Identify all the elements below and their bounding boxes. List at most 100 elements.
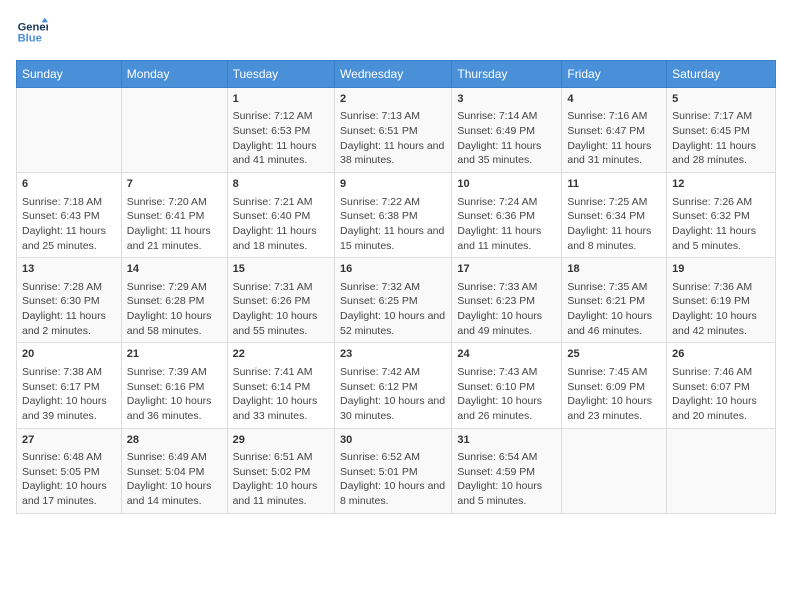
calendar-week-row: 13Sunrise: 7:28 AMSunset: 6:30 PMDayligh… [17, 258, 776, 343]
calendar-cell: 24Sunrise: 7:43 AMSunset: 6:10 PMDayligh… [452, 343, 562, 428]
calendar-cell [121, 88, 227, 173]
cell-info: Sunrise: 7:16 AMSunset: 6:47 PMDaylight:… [567, 109, 661, 168]
calendar-cell: 17 Sunrise: 7:33 AMSunset: 6:23 PMDayligh… [452, 258, 562, 343]
cell-info: Sunrise: 6:51 AMSunset: 5:02 PMDaylight:… [233, 450, 329, 509]
day-number: 22 [233, 347, 329, 362]
day-header-thursday: Thursday [452, 61, 562, 88]
day-number: 27 [22, 433, 116, 448]
calendar-week-row: 27 Sunrise: 6:48 AMSunset: 5:05 PMDayligh… [17, 428, 776, 513]
cell-info: Sunrise: 7:21 AMSunset: 6:40 PMDaylight:… [233, 195, 329, 254]
day-number: 12 [672, 177, 770, 192]
day-number: 21 [127, 347, 222, 362]
day-number: 4 [567, 92, 661, 107]
page-header: General Blue [16, 16, 776, 48]
cell-info: Sunrise: 7:22 AMSunset: 6:38 PMDaylight:… [340, 195, 446, 254]
calendar-cell: 25 Sunrise: 7:45 AMSunset: 6:09 PMDayligh… [562, 343, 667, 428]
calendar-cell [562, 428, 667, 513]
cell-info: Sunrise: 7:45 AMSunset: 6:09 PMDaylight:… [567, 365, 661, 424]
calendar-cell: 20 Sunrise: 7:38 AMSunset: 6:17 PMDayligh… [17, 343, 122, 428]
day-number: 31 [457, 433, 556, 448]
day-number: 3 [457, 92, 556, 107]
calendar-table: SundayMondayTuesdayWednesdayThursdayFrid… [16, 60, 776, 514]
calendar-cell: 6 Sunrise: 7:18 AMSunset: 6:43 PMDaylight… [17, 173, 122, 258]
day-number: 9 [340, 177, 446, 192]
cell-info: Sunrise: 7:29 AMSunset: 6:28 PMDaylight:… [127, 280, 222, 339]
day-number: 19 [672, 262, 770, 277]
svg-text:General: General [18, 21, 48, 33]
cell-info: Sunrise: 7:14 AMSunset: 6:49 PMDaylight:… [457, 109, 556, 168]
calendar-cell: 31 Sunrise: 6:54 AMSunset: 4:59 PMDayligh… [452, 428, 562, 513]
calendar-header-row: SundayMondayTuesdayWednesdayThursdayFrid… [17, 61, 776, 88]
day-number: 25 [567, 347, 661, 362]
cell-info: Sunrise: 6:48 AMSunset: 5:05 PMDaylight:… [22, 450, 116, 509]
cell-info: Sunrise: 7:32 AMSunset: 6:25 PMDaylight:… [340, 280, 446, 339]
day-number: 18 [567, 262, 661, 277]
calendar-cell: 18Sunrise: 7:35 AMSunset: 6:21 PMDayligh… [562, 258, 667, 343]
cell-info: Sunrise: 7:12 AMSunset: 6:53 PMDaylight:… [233, 109, 329, 168]
calendar-week-row: 1Sunrise: 7:12 AMSunset: 6:53 PMDaylight… [17, 88, 776, 173]
cell-info: Sunrise: 7:41 AMSunset: 6:14 PMDaylight:… [233, 365, 329, 424]
calendar-cell: 21 Sunrise: 7:39 AMSunset: 6:16 PMDayligh… [121, 343, 227, 428]
day-number: 2 [340, 92, 446, 107]
calendar-cell: 10 Sunrise: 7:24 AMSunset: 6:36 PMDayligh… [452, 173, 562, 258]
day-number: 5 [672, 92, 770, 107]
calendar-cell: 16 Sunrise: 7:32 AMSunset: 6:25 PMDayligh… [335, 258, 452, 343]
day-number: 6 [22, 177, 116, 192]
day-header-friday: Friday [562, 61, 667, 88]
cell-info: Sunrise: 6:49 AMSunset: 5:04 PMDaylight:… [127, 450, 222, 509]
day-number: 23 [340, 347, 446, 362]
calendar-week-row: 20 Sunrise: 7:38 AMSunset: 6:17 PMDayligh… [17, 343, 776, 428]
day-header-monday: Monday [121, 61, 227, 88]
calendar-cell: 26 Sunrise: 7:46 AMSunset: 6:07 PMDayligh… [667, 343, 776, 428]
calendar-cell [667, 428, 776, 513]
day-number: 17 [457, 262, 556, 277]
day-number: 15 [233, 262, 329, 277]
day-number: 29 [233, 433, 329, 448]
day-number: 7 [127, 177, 222, 192]
cell-info: Sunrise: 7:46 AMSunset: 6:07 PMDaylight:… [672, 365, 770, 424]
cell-info: Sunrise: 7:25 AMSunset: 6:34 PMDaylight:… [567, 195, 661, 254]
cell-info: Sunrise: 7:24 AMSunset: 6:36 PMDaylight:… [457, 195, 556, 254]
day-number: 30 [340, 433, 446, 448]
day-number: 16 [340, 262, 446, 277]
day-number: 10 [457, 177, 556, 192]
calendar-cell: 14 Sunrise: 7:29 AMSunset: 6:28 PMDayligh… [121, 258, 227, 343]
logo-icon: General Blue [16, 16, 48, 48]
day-number: 11 [567, 177, 661, 192]
cell-info: Sunrise: 7:18 AMSunset: 6:43 PMDaylight:… [22, 195, 116, 254]
calendar-cell: 12Sunrise: 7:26 AMSunset: 6:32 PMDayligh… [667, 173, 776, 258]
calendar-cell: 2 Sunrise: 7:13 AMSunset: 6:51 PMDaylight… [335, 88, 452, 173]
cell-info: Sunrise: 7:39 AMSunset: 6:16 PMDaylight:… [127, 365, 222, 424]
day-number: 14 [127, 262, 222, 277]
svg-text:Blue: Blue [18, 33, 42, 45]
calendar-week-row: 6 Sunrise: 7:18 AMSunset: 6:43 PMDaylight… [17, 173, 776, 258]
calendar-cell: 13Sunrise: 7:28 AMSunset: 6:30 PMDayligh… [17, 258, 122, 343]
cell-info: Sunrise: 7:28 AMSunset: 6:30 PMDaylight:… [22, 280, 116, 339]
calendar-cell: 11 Sunrise: 7:25 AMSunset: 6:34 PMDayligh… [562, 173, 667, 258]
calendar-cell: 9 Sunrise: 7:22 AMSunset: 6:38 PMDaylight… [335, 173, 452, 258]
day-number: 26 [672, 347, 770, 362]
calendar-cell: 7 Sunrise: 7:20 AMSunset: 6:41 PMDaylight… [121, 173, 227, 258]
calendar-cell: 23 Sunrise: 7:42 AMSunset: 6:12 PMDayligh… [335, 343, 452, 428]
day-number: 20 [22, 347, 116, 362]
calendar-cell: 22 Sunrise: 7:41 AMSunset: 6:14 PMDayligh… [227, 343, 334, 428]
cell-info: Sunrise: 7:42 AMSunset: 6:12 PMDaylight:… [340, 365, 446, 424]
cell-info: Sunrise: 7:33 AMSunset: 6:23 PMDaylight:… [457, 280, 556, 339]
calendar-cell: 29 Sunrise: 6:51 AMSunset: 5:02 PMDayligh… [227, 428, 334, 513]
day-number: 8 [233, 177, 329, 192]
cell-info: Sunrise: 7:17 AMSunset: 6:45 PMDaylight:… [672, 109, 770, 168]
cell-info: Sunrise: 6:52 AMSunset: 5:01 PMDaylight:… [340, 450, 446, 509]
day-header-saturday: Saturday [667, 61, 776, 88]
calendar-cell: 28Sunrise: 6:49 AMSunset: 5:04 PMDayligh… [121, 428, 227, 513]
calendar-cell [17, 88, 122, 173]
cell-info: Sunrise: 7:13 AMSunset: 6:51 PMDaylight:… [340, 109, 446, 168]
cell-info: Sunrise: 7:36 AMSunset: 6:19 PMDaylight:… [672, 280, 770, 339]
cell-info: Sunrise: 7:38 AMSunset: 6:17 PMDaylight:… [22, 365, 116, 424]
cell-info: Sunrise: 7:20 AMSunset: 6:41 PMDaylight:… [127, 195, 222, 254]
day-header-wednesday: Wednesday [335, 61, 452, 88]
cell-info: Sunrise: 6:54 AMSunset: 4:59 PMDaylight:… [457, 450, 556, 509]
calendar-cell: 5 Sunrise: 7:17 AMSunset: 6:45 PMDaylight… [667, 88, 776, 173]
calendar-cell: 3 Sunrise: 7:14 AMSunset: 6:49 PMDaylight… [452, 88, 562, 173]
calendar-cell: 27 Sunrise: 6:48 AMSunset: 5:05 PMDayligh… [17, 428, 122, 513]
cell-info: Sunrise: 7:31 AMSunset: 6:26 PMDaylight:… [233, 280, 329, 339]
